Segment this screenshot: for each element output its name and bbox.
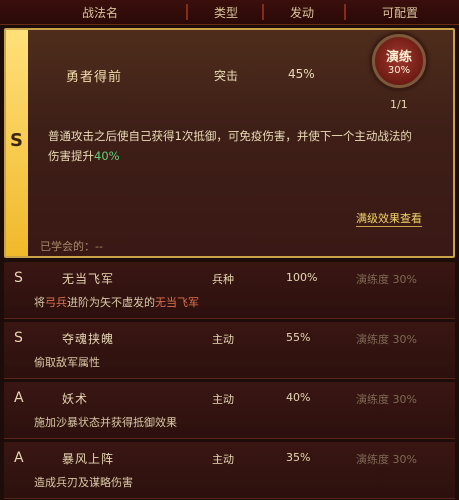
practice-count: 1/1 [390, 98, 408, 111]
tactic-type: 突击 [214, 69, 239, 83]
practice-level: 演练度 30% [356, 453, 417, 466]
header-divider [262, 4, 264, 20]
practice-level: 演练度 30% [356, 273, 417, 286]
tactic-name: 勇者得前 [66, 70, 123, 85]
tactic-rate: 100% [286, 271, 318, 284]
tactic-rate: 40% [286, 391, 311, 404]
selected-tactic-card[interactable]: S 勇者得前 突击 45% 演练 30% 1/1 普通攻击之后使自己获得1次抵御… [4, 28, 455, 258]
tactic-row[interactable]: A 暴风上阵 主动 35% 演练度 30% 造成兵刃及谋略伤害 [4, 442, 455, 499]
header-divider [344, 4, 346, 20]
tactic-type: 兵种 [212, 273, 234, 286]
header-config: 可配置 [381, 6, 418, 20]
tactic-type: 主动 [212, 453, 234, 466]
tactic-description: 偷取敌军属性 [34, 356, 100, 369]
header-divider [186, 4, 188, 20]
tactic-grade: S [10, 130, 23, 151]
tactic-rate: 35% [286, 451, 311, 464]
tactic-description: 普通攻击之后使自己获得1次抵御，可免疫伤害，并使下一个主动战法的伤害提升40% [48, 126, 418, 166]
tactic-row[interactable]: A 妖术 主动 40% 演练度 30% 施加沙暴状态并获得抵御效果 [4, 382, 455, 439]
tactic-rate: 45% [288, 67, 315, 81]
tactic-row[interactable]: S 夺魂挟魄 主动 55% 演练度 30% 偷取敌军属性 [4, 322, 455, 379]
practice-level: 演练度 30% [356, 393, 417, 406]
tactic-type: 主动 [212, 393, 234, 406]
tactic-name: 无当飞军 [62, 272, 115, 286]
tactic-grade: S [14, 270, 23, 286]
tactic-name: 暴风上阵 [62, 452, 115, 466]
description-highlight: 40% [94, 149, 120, 163]
practice-badge-title: 演练 [385, 50, 412, 65]
tactic-grade: A [14, 450, 24, 466]
tactic-grade: S [14, 330, 23, 346]
grade-strip: S [6, 30, 28, 256]
tactic-row[interactable]: S 无当飞军 兵种 100% 演练度 30% 将弓兵进阶为矢不虚发的无当飞军 [4, 262, 455, 319]
tactic-grade: A [14, 390, 24, 406]
header-rate: 发动 [289, 6, 314, 20]
header-type: 类型 [213, 6, 238, 20]
tactic-name: 夺魂挟魄 [62, 332, 115, 346]
description-text: 进阶为矢不虚发的 [67, 296, 155, 309]
learned-note: 已学会的：-- [40, 240, 103, 253]
tactic-rate: 55% [286, 331, 311, 344]
description-text: 将 [34, 296, 45, 309]
practice-badge[interactable]: 演练 30% [372, 34, 426, 88]
tactic-type: 主动 [212, 333, 234, 346]
table-header: 战法名 类型 发动 可配置 [0, 0, 459, 25]
tactic-description: 施加沙暴状态并获得抵御效果 [34, 416, 177, 429]
header-name: 战法名 [81, 6, 118, 20]
practice-badge-level: 30% [387, 65, 411, 76]
tactic-description: 将弓兵进阶为矢不虚发的无当飞军 [34, 294, 199, 310]
tactic-name: 妖术 [62, 392, 89, 406]
practice-level: 演练度 30% [356, 333, 417, 346]
tactic-description: 造成兵刃及谋略伤害 [34, 476, 133, 489]
max-level-effect-link[interactable]: 满级效果查看 [356, 210, 422, 227]
description-highlight: 无当飞军 [155, 296, 199, 309]
description-highlight: 弓兵 [45, 296, 67, 309]
